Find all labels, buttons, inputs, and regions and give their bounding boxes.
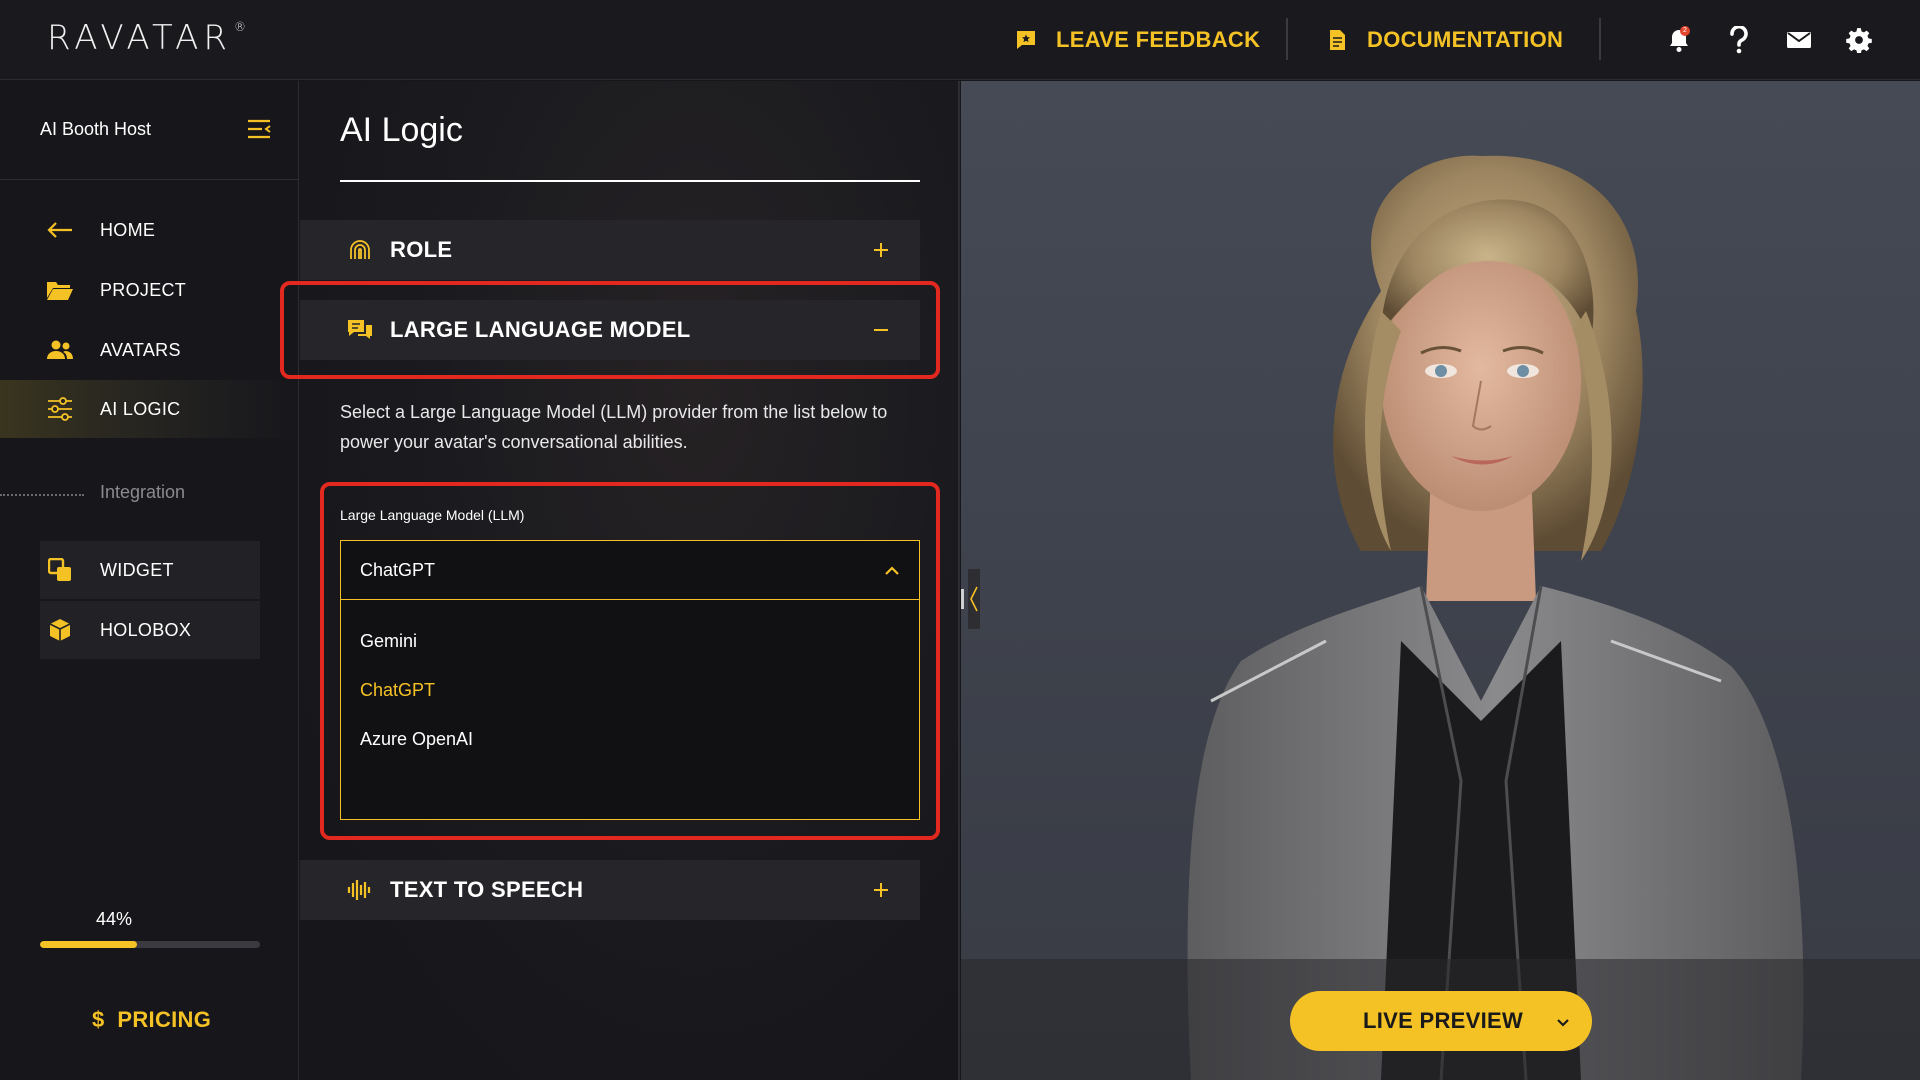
sidebar-item-label: PROJECT	[100, 279, 187, 300]
logo-text: RAVATAR	[47, 18, 233, 58]
avatar-preview: LIVE PREVIEW	[961, 81, 1920, 1080]
avatar-image	[1187, 155, 1804, 1080]
sidebar-item-label: HOME	[100, 219, 156, 240]
chevron-down-icon[interactable]	[1554, 1013, 1572, 1031]
usage-progress-bar	[40, 941, 260, 948]
chevron-up-icon	[885, 566, 899, 575]
llm-description: Select a Large Language Model (LLM) prov…	[340, 402, 888, 452]
sidebar-item-widget[interactable]: WIDGET	[40, 541, 260, 599]
settings-icon	[1846, 28, 1872, 53]
llm-dropdown-menu: Gemini ChatGPT Azure OpenAI	[340, 600, 920, 820]
llm-option-gemini[interactable]: Gemini	[360, 631, 417, 652]
collapse-panel-tab[interactable]	[968, 569, 980, 629]
documentation-link[interactable]: DOCUMENTATION	[1325, 22, 1563, 58]
header-divider	[1286, 18, 1288, 60]
notifications-button[interactable]: 2	[1665, 26, 1693, 54]
panel-resize-handle[interactable]	[961, 589, 964, 609]
leave-feedback-link[interactable]: LEAVE FEEDBACK	[1014, 22, 1260, 58]
chevron-left-icon	[970, 586, 978, 612]
sidebar: AI Booth Host HOME PROJECT AVATARS AI LO…	[0, 81, 299, 1080]
llm-option-azure-openai[interactable]: Azure OpenAI	[360, 729, 473, 750]
accordion-llm-label: LARGE LANGUAGE MODEL	[390, 317, 691, 342]
sidebar-item-label: AI LOGIC	[100, 398, 181, 419]
sidebar-item-project[interactable]: PROJECT	[0, 261, 299, 319]
dollar-icon: $	[92, 1007, 105, 1032]
project-name: AI Booth Host	[40, 119, 152, 139]
arrow-left-icon	[46, 216, 74, 244]
llm-select[interactable]: ChatGPT	[340, 540, 920, 600]
title-underline	[340, 180, 920, 182]
page-title: AI Logic	[340, 111, 463, 149]
accordion-role[interactable]: ROLE	[300, 220, 920, 280]
sidebar-item-home[interactable]: HOME	[0, 201, 299, 259]
fingerprint-icon	[346, 236, 374, 264]
header-divider	[1599, 18, 1601, 60]
help-button[interactable]	[1725, 26, 1753, 54]
cube-icon	[46, 616, 74, 644]
widget-icon	[46, 556, 74, 584]
live-preview-label: LIVE PREVIEW	[1363, 1008, 1524, 1033]
sidebar-item-label: HOLOBOX	[100, 620, 192, 640]
ravatar-logo[interactable]: RAVATAR ®	[47, 18, 246, 58]
registered-mark: ®	[234, 19, 247, 34]
messages-button[interactable]	[1785, 26, 1813, 54]
usage-progress-fill	[40, 941, 137, 948]
sidebar-item-label: AVATARS	[100, 339, 181, 360]
mail-icon	[1787, 32, 1811, 48]
minus-icon[interactable]	[870, 319, 892, 341]
settings-button[interactable]	[1845, 26, 1873, 54]
usage-progress-text: 44%	[96, 909, 133, 929]
top-bar: RAVATAR ® LEAVE FEEDBACK DOCUMENTATION 2	[0, 0, 1920, 80]
chat-icon	[346, 316, 374, 344]
notification-badge: 2	[1680, 26, 1690, 36]
waveform-icon	[346, 876, 374, 904]
leave-feedback-label: LEAVE FEEDBACK	[1056, 27, 1261, 52]
accordion-role-label: ROLE	[390, 237, 453, 262]
users-icon	[46, 336, 74, 364]
feedback-icon	[1017, 31, 1035, 49]
accordion-large-language-model[interactable]: LARGE LANGUAGE MODEL	[300, 300, 920, 360]
plus-icon[interactable]	[870, 879, 892, 901]
project-header: AI Booth Host	[0, 81, 299, 180]
accordion-text-to-speech[interactable]: TEXT TO SPEECH	[300, 860, 920, 920]
help-icon	[1730, 26, 1748, 54]
llm-select-value: ChatGPT	[360, 560, 436, 580]
sidebar-item-avatars[interactable]: AVATARS	[0, 321, 299, 379]
folder-open-icon	[46, 276, 74, 304]
section-divider	[0, 494, 84, 496]
sliders-icon	[46, 395, 74, 423]
sidebar-item-ai-logic[interactable]: AI LOGIC	[0, 380, 299, 438]
llm-field-label: Large Language Model (LLM)	[340, 507, 525, 523]
integration-section-label: Integration	[100, 482, 186, 502]
accordion-tts-label: TEXT TO SPEECH	[390, 877, 584, 902]
pricing-link[interactable]: $ PRICING	[92, 1007, 211, 1033]
sidebar-item-label: WIDGET	[100, 560, 174, 580]
live-preview-button[interactable]: LIVE PREVIEW	[1290, 991, 1592, 1051]
pricing-label: PRICING	[117, 1007, 212, 1032]
menu-collapse-icon[interactable]	[246, 117, 272, 141]
documentation-label: DOCUMENTATION	[1367, 27, 1564, 52]
plus-icon[interactable]	[870, 239, 892, 261]
ai-logic-panel: AI Logic ROLE LARGE LANGUAGE MODEL Selec…	[280, 81, 960, 1080]
sidebar-item-holobox[interactable]: HOLOBOX	[40, 601, 260, 659]
document-icon	[1330, 30, 1345, 50]
llm-option-chatgpt[interactable]: ChatGPT	[360, 680, 435, 701]
